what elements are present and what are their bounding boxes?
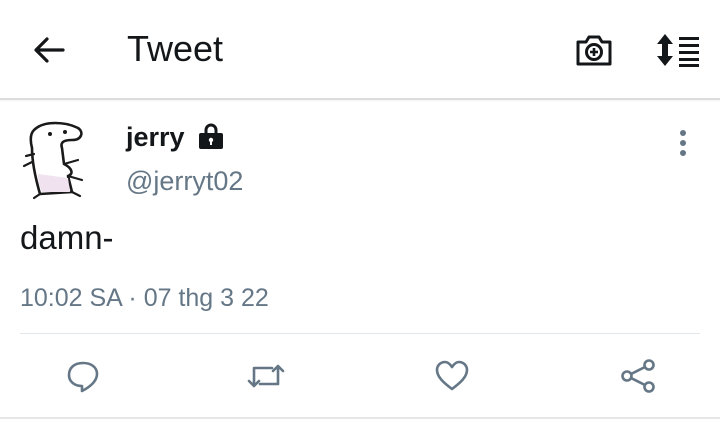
sort-button[interactable] (652, 28, 704, 72)
page-title: Tweet (127, 28, 224, 69)
doodle-avatar-icon (20, 118, 102, 200)
like-button[interactable] (432, 356, 472, 396)
user-handle[interactable]: @jerryt02 (126, 164, 243, 198)
retweet-icon (247, 364, 285, 388)
divider (0, 417, 720, 419)
lock-icon (197, 123, 225, 151)
user-name-row[interactable]: jerry (126, 120, 225, 154)
arrow-left-icon (34, 37, 65, 63)
share-icon (621, 359, 655, 393)
avatar[interactable] (20, 118, 102, 200)
more-vertical-icon (680, 130, 686, 156)
heart-icon (435, 360, 469, 391)
share-button[interactable] (618, 356, 658, 396)
retweet-button[interactable] (246, 356, 286, 396)
reply-icon (67, 361, 99, 393)
user-display-name: jerry (126, 122, 185, 152)
sort-arrows-icon (657, 34, 699, 67)
tweet-timestamp: 10:02 SA · 07 thg 3 22 (20, 284, 269, 312)
camera-plus-icon (576, 35, 612, 66)
more-options-button[interactable] (668, 125, 698, 161)
reply-button[interactable] (63, 356, 103, 396)
back-button[interactable] (24, 28, 74, 72)
divider (20, 333, 700, 334)
camera-button[interactable] (571, 28, 617, 72)
top-app-bar: Tweet (0, 0, 720, 100)
tweet-text: damn- (20, 219, 114, 256)
